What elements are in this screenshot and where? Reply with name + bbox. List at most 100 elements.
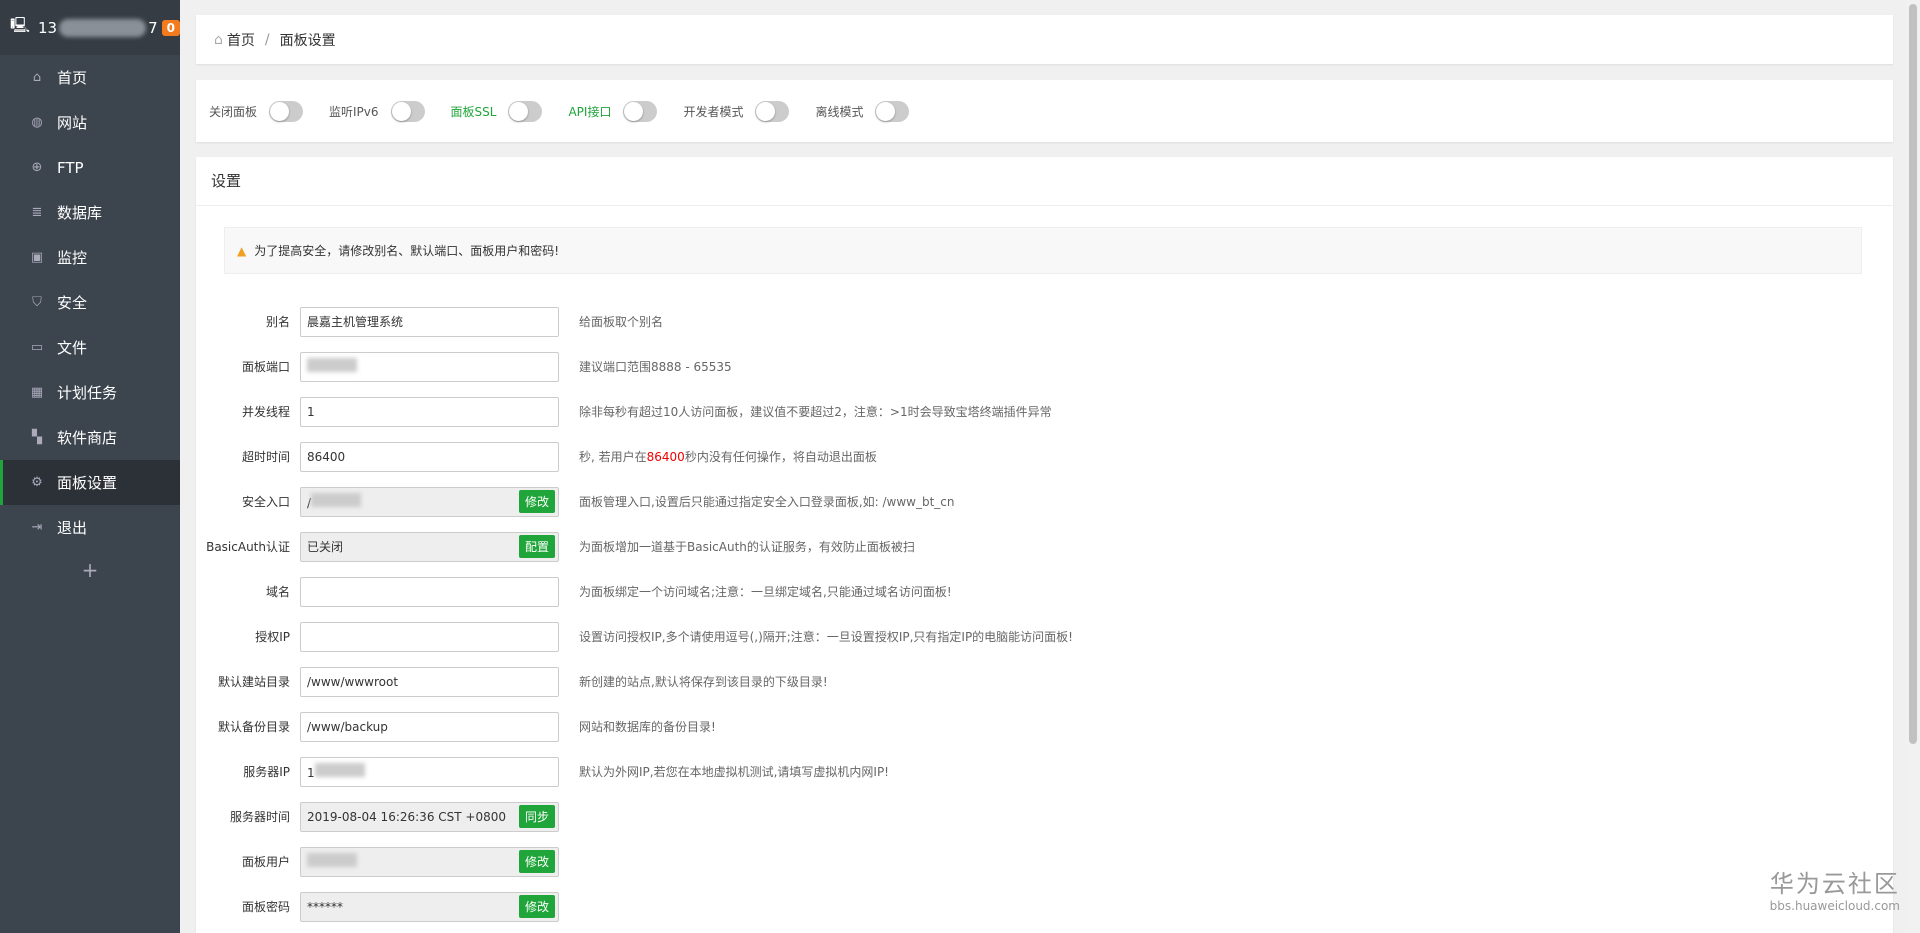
setting-input[interactable]: /www/wwwroot [300,666,559,697]
settings-title: 设置 [196,157,1893,206]
scrollbar-thumb[interactable] [1909,4,1917,744]
setting-row: 默认建站目录 /www/wwwroot 新创建的站点,默认将保存到该目录的下级目录… [196,659,1073,704]
setting-row: 面板密码 ****** 修改 [196,884,1073,929]
sidebar-item-label: 退出 [57,519,88,537]
setting-row: 超时时间 86400 秒, 若用户在86400秒内没有任何操作，将自动退出面板 [196,434,1073,479]
toggle-switch[interactable] [623,100,658,122]
setting-hint: 面板管理入口,设置后只能通过指定安全入口登录面板,如: /www_bt_cn [579,495,955,509]
setting-hint: 建议端口范围8888 - 65535 [579,360,732,374]
setting-label: 域名 [265,585,290,599]
sidebar-item-label: 安全 [57,294,88,312]
sidebar-item-2[interactable]: ⊕ FTP [0,145,180,190]
setting-input[interactable] [300,351,559,382]
redacted-mask [59,18,147,37]
setting-label: 授权IP [255,630,290,644]
setting-label: 服务器IP [243,765,290,779]
setting-label: 面板密码 [241,900,290,914]
watermark-title: 华为云社区 [1769,870,1900,898]
breadcrumb-home[interactable]: 首页 [227,30,255,50]
redacted-mask [311,493,362,507]
setting-input[interactable]: 2019-08-04 16:26:36 CST +0800 同步 [300,801,559,832]
server-header: 🖳 13 7 0 [0,0,180,55]
toggle-switch[interactable] [390,100,425,122]
sidebar-item-0[interactable]: ⌂ 首页 [0,55,180,100]
setting-input[interactable]: 修改 [300,846,559,877]
sidebar-item-6[interactable]: ▭ 文件 [0,325,180,370]
setting-input[interactable]: 已关闭 配置 [300,531,559,562]
toggle-item: 关闭面板 [209,100,304,122]
logout-icon: ⇥ [31,520,43,535]
warning-icon: ▲ [237,243,247,258]
monitor-icon: ▣ [30,250,44,265]
setting-hint: 网站和数据库的备份目录! [579,720,716,734]
input-value: 2019-08-04 16:26:36 CST +0800 [307,809,506,824]
watermark: 华为云社区 bbs.huaweicloud.com [1770,864,1900,913]
toggle-label: 开发者模式 [683,104,744,119]
setting-action-button[interactable]: 修改 [518,490,555,513]
sidebar-item-5[interactable]: ⛉ 安全 [0,280,180,325]
setting-hint: 设置访问授权IP,多个请使用逗号(,)隔开;注意：一旦设置授权IP,只有指定IP… [579,630,1073,644]
toggle-item: 开发者模式 [683,100,790,122]
setting-hint: 秒, 若用户在86400秒内没有任何操作，将自动退出面板 [579,450,877,464]
setting-row: 服务器IP 1 默认为外网IP,若您在本地虚拟机测试,请填写虚拟机内网IP! [196,749,1073,794]
setting-input[interactable]: / 修改 [300,486,559,517]
setting-label: 服务器时间 [229,810,290,824]
add-menu-button[interactable]: + [0,558,180,582]
setting-input[interactable]: ****** 修改 [300,891,559,922]
toggle-switch[interactable] [508,100,543,122]
breadcrumb-separator: / [264,31,270,48]
setting-action-button[interactable]: 同步 [518,805,555,828]
setting-label: 别名 [265,315,290,329]
sidebar-item-label: 网站 [57,114,88,132]
sidebar-item-1[interactable]: ◍ 网站 [0,100,180,145]
server-name: 13 [38,18,58,37]
monitor-icon: 🖳 [10,16,31,34]
toggle-label: API接口 [568,104,612,119]
setting-action-button[interactable]: 配置 [518,535,555,558]
setting-input[interactable]: 晨嘉主机管理系统 [300,306,559,337]
setting-input[interactable]: 1 [300,756,559,787]
gear-icon: ⚙ [31,475,43,490]
sidebar-item-4[interactable]: ▣ 监控 [0,235,180,280]
notification-badge[interactable]: 0 [161,19,180,36]
toggle-switch[interactable] [755,100,790,122]
input-value: 1 [307,766,315,780]
toggle-item: 离线模式 [815,100,910,122]
input-value: /www/backup [307,719,388,734]
sidebar: 🖳 13 7 0 ⌂ 首页 ◍ 网站 ⊕ FTP ≣ 数据库 ▣ 监控 ⛉ 安全 ▭ 文件 ▦ 计划任务 ▚ 软件商… [0,0,180,933]
watermark-url: bbs.huaweicloud.com [1769,899,1900,913]
input-value: ****** [307,899,343,914]
home-icon[interactable]: ⌂ [214,32,223,48]
sidebar-item-label: FTP [57,158,84,177]
sidebar-item-3[interactable]: ≣ 数据库 [0,190,180,235]
setting-input[interactable]: 86400 [300,441,559,472]
alert-text: 为了提高安全，请修改别名、默认端口、面板用户和密码! [254,244,560,258]
setting-action-button[interactable]: 修改 [518,895,555,918]
sidebar-item-10[interactable]: ⇥ 退出 [0,505,180,550]
breadcrumb-current: 面板设置 [279,32,336,49]
toggle-item: API接口 [568,100,658,122]
setting-input[interactable] [300,576,559,607]
setting-row: 别名 晨嘉主机管理系统 给面板取个别名 [196,299,1073,344]
setting-input[interactable]: /www/backup [300,711,559,742]
sidebar-item-9[interactable]: ⚙ 面板设置 [0,460,180,505]
scrollbar[interactable] [1906,0,1920,933]
setting-action-button[interactable]: 修改 [518,850,555,873]
sidebar-item-7[interactable]: ▦ 计划任务 [0,370,180,415]
setting-row: 域名 为面板绑定一个访问域名;注意：一旦绑定域名,只能通过域名访问面板! [196,569,1073,614]
shield-icon: ⛉ [32,295,42,310]
toggle-label: 关闭面板 [209,104,258,119]
setting-row: 默认备份目录 /www/backup 网站和数据库的备份目录! [196,704,1073,749]
redacted-mask [314,763,365,777]
database-icon: ≣ [31,205,43,220]
setting-input[interactable]: 1 [300,396,559,427]
toggle-switch[interactable] [875,100,910,122]
ftp-icon: ⊕ [31,160,43,175]
setting-hint: 为面板增加一道基于BasicAuth的认证服务，有效防止面板被扫 [579,540,915,554]
setting-label: BasicAuth认证 [206,540,290,554]
toggle-switch[interactable] [269,100,304,122]
setting-row: 安全入口 / 修改 面板管理入口,设置后只能通过指定安全入口登录面板,如: /www… [196,479,1073,524]
setting-label: 面板用户 [241,855,290,869]
sidebar-item-8[interactable]: ▚ 软件商店 [0,415,180,460]
setting-input[interactable] [300,621,559,652]
